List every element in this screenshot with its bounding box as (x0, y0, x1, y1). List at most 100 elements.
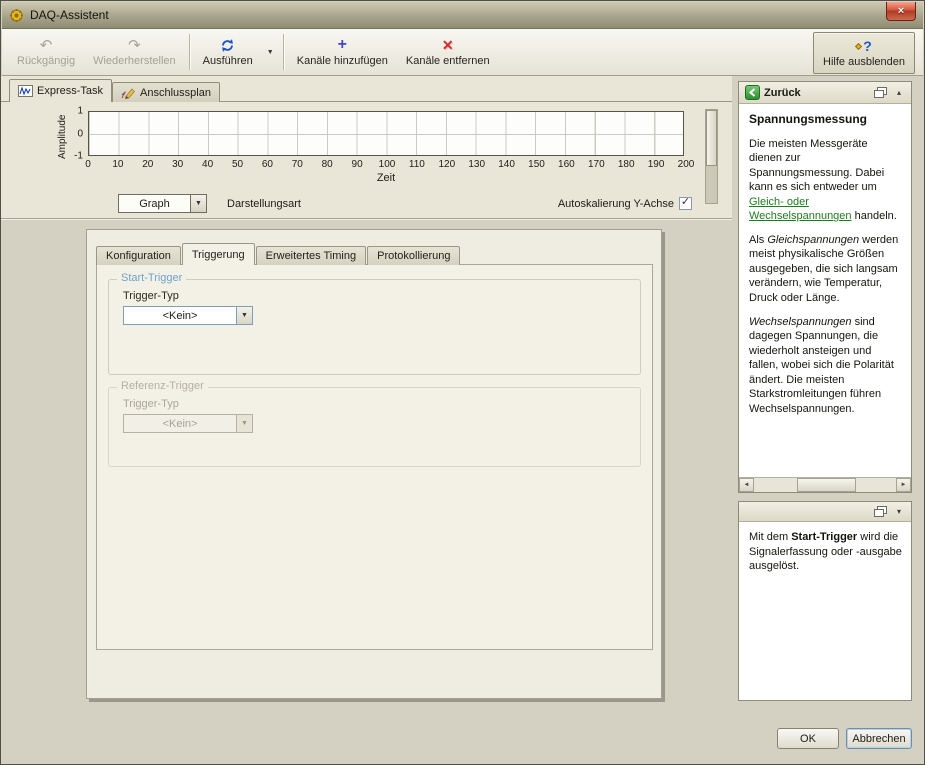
x-tick: 100 (378, 159, 396, 170)
tab-erweitertes-timing[interactable]: Erweitertes Timing (255, 246, 367, 265)
add-channels-label: Kanäle hinzufügen (296, 54, 388, 67)
plus-icon: + (337, 36, 347, 53)
close-icon: × (897, 4, 905, 17)
float-window-icon[interactable] (872, 85, 888, 100)
tab-protokollierung[interactable]: Protokollierung (367, 246, 461, 265)
help-text: sind dagegen Spannungen, die wiederholt … (749, 315, 894, 415)
help-text: handeln. (851, 210, 897, 223)
remove-x-icon: ✕ (441, 37, 454, 53)
tab-erweitertes-timing-label: Erweitertes Timing (265, 250, 357, 262)
app-icon (9, 8, 24, 23)
run-button[interactable]: Ausführen (194, 31, 262, 73)
redo-icon: ↷ (128, 36, 141, 54)
undo-button[interactable]: ↶ Rückgängig (8, 31, 84, 73)
tab-konfiguration[interactable]: Konfiguration (96, 246, 181, 265)
context-help-panel: ▾ Mit dem Start-Trigger wird die Signale… (738, 501, 912, 701)
task-tabstrip: Express-Task Anschlussplan (9, 79, 220, 102)
tab-anschlussplan[interactable]: Anschlussplan (112, 82, 220, 102)
toolbar-separator (282, 34, 284, 70)
x-tick: 90 (351, 159, 363, 170)
chevron-down-icon[interactable]: ▼ (190, 194, 207, 213)
back-button[interactable]: Zurück (743, 84, 806, 101)
help-text: Die meisten Messgeräte dienen zur Spannu… (749, 137, 885, 194)
scrollbar-thumb[interactable] (796, 478, 857, 492)
help-text-italic: Gleichspannungen (767, 233, 860, 246)
undo-icon: ↶ (39, 36, 53, 54)
scroll-right-arrow-icon[interactable]: ► (896, 478, 911, 492)
x-tick: 180 (617, 159, 635, 170)
help-content: Spannungsmessung Die meisten Messgeräte … (739, 104, 911, 477)
x-tick: 50 (231, 159, 244, 170)
start-trigger-type-label: Trigger-Typ (123, 290, 179, 302)
chevron-down-icon[interactable]: ▼ (236, 306, 253, 325)
x-tick: 30 (172, 159, 184, 170)
back-label: Zurück (764, 86, 801, 99)
display-type-value: Graph (118, 194, 190, 213)
context-help-content: Mit dem Start-Trigger wird die Signalerf… (739, 522, 911, 700)
help-icon: ? (855, 38, 872, 55)
redo-button[interactable]: ↷ Wiederherstellen (84, 31, 185, 73)
tab-konfiguration-label: Konfiguration (106, 250, 171, 262)
help-title: Spannungsmessung (749, 112, 868, 126)
run-label: Ausführen (202, 54, 253, 67)
autoscale-label: Autoskalierung Y-Achse (557, 197, 674, 210)
help-paragraph: Als Gleichspannungen werden meist physik… (749, 233, 903, 306)
ok-button[interactable]: OK (777, 728, 839, 749)
start-trigger-type-dropdown[interactable]: <Kein> ▼ (123, 306, 253, 325)
config-dialog: Konfiguration Triggerung Erweitertes Tim… (86, 229, 662, 699)
reference-trigger-title: Referenz-Trigger (117, 380, 208, 392)
y-tick: -1 (74, 150, 83, 162)
x-tick: 60 (261, 159, 273, 170)
x-tick: 110 (408, 159, 425, 170)
x-tick: 10 (112, 159, 124, 170)
y-tick: 1 (77, 105, 83, 117)
tab-protokollierung-label: Protokollierung (377, 250, 451, 262)
y-tick: 0 (77, 128, 83, 139)
x-tick: 80 (321, 159, 333, 170)
pencil-icon (121, 87, 136, 99)
help-panel: Zurück ▴ Spannungsmessung Die meisten Me… (738, 81, 912, 493)
context-help-header: ▾ (739, 502, 911, 522)
run-dropdown-chevron-icon[interactable]: ▼ (262, 49, 279, 56)
x-tick: 140 (498, 159, 515, 170)
help-horizontal-scrollbar[interactable]: ◄ ► (739, 477, 911, 492)
reference-trigger-type-dropdown: <Kein> ▼ (123, 414, 253, 433)
help-text-italic: Wechselspannungen (749, 315, 852, 328)
hide-help-button[interactable]: ? Hilfe ausblenden (813, 32, 915, 74)
remove-channels-button[interactable]: ✕ Kanäle entfernen (397, 31, 499, 73)
autoscale-control: Autoskalierung Y-Achse ✓ (558, 197, 692, 210)
close-button[interactable]: × (886, 2, 916, 21)
redo-label: Wiederherstellen (93, 54, 176, 67)
float-window-icon[interactable] (872, 504, 888, 519)
graph-vertical-scrollbar[interactable] (705, 109, 718, 204)
cancel-label: Abbrechen (852, 732, 906, 745)
scrollbar-track[interactable] (754, 478, 896, 492)
y-tick-labels: 1 0 -1 (57, 106, 83, 162)
daq-assistant-window: DAQ-Assistent × ↶ Rückgängig ↷ Wiederher… (0, 0, 925, 765)
reference-trigger-type-label: Trigger-Typ (123, 398, 179, 410)
start-trigger-title: Start-Trigger (117, 272, 187, 284)
x-tick: 40 (202, 159, 214, 170)
autoscale-checkbox[interactable]: ✓ (679, 197, 692, 210)
expand-chevron-icon[interactable]: ▾ (891, 504, 907, 519)
scrollbar-thumb[interactable] (706, 110, 717, 166)
x-tick-labels: 0 10 20 30 40 50 60 70 80 90 100 110 120 130 140 150 160… (85, 159, 694, 171)
help-link-spannungen[interactable]: Gleich- oder Wechselspannungen (749, 196, 852, 223)
triggerung-tab-page: Start-Trigger Trigger-Typ <Kein> ▼ Refer… (96, 264, 653, 650)
tab-triggerung[interactable]: Triggerung (181, 243, 255, 265)
x-tick: 70 (291, 159, 303, 170)
tab-express-task[interactable]: Express-Task (9, 79, 113, 102)
x-tick: 130 (468, 159, 486, 170)
titlebar[interactable]: DAQ-Assistent × (2, 2, 923, 29)
display-type-label: Darstellungsart (227, 198, 301, 210)
x-tick: 20 (142, 159, 154, 170)
display-type-dropdown[interactable]: Graph ▼ (118, 194, 207, 213)
back-arrow-icon (745, 85, 760, 100)
cancel-button[interactable]: Abbrechen (846, 728, 912, 749)
add-channels-button[interactable]: + Kanäle hinzufügen (288, 31, 397, 73)
config-tabstrip: Konfiguration Triggerung Erweitertes Tim… (96, 243, 461, 265)
scroll-left-arrow-icon[interactable]: ◄ (739, 478, 754, 492)
collapse-chevron-icon[interactable]: ▴ (891, 85, 907, 100)
x-tick: 160 (558, 159, 575, 170)
ok-label: OK (800, 732, 816, 745)
